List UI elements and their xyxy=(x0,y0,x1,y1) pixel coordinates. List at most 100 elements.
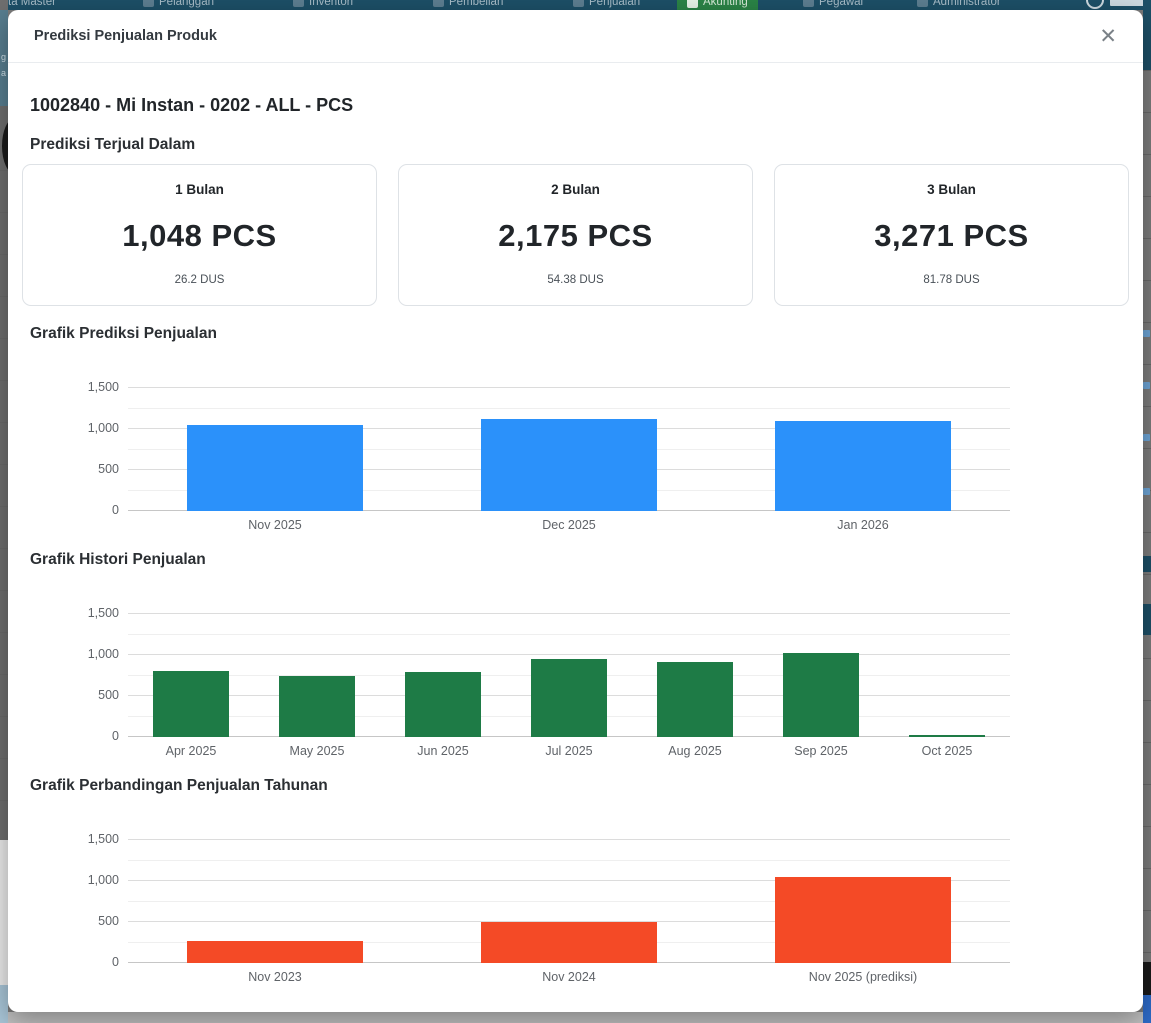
yearly-chart-title: Grafik Perbandingan Penjualan Tahunan xyxy=(30,776,1129,795)
top-nav: ta Master Pelanggan Inventori Pembelian Penj… xyxy=(0,0,1151,10)
x-axis-category-label: Jun 2025 xyxy=(380,744,506,758)
nav-item-pegawai[interactable]: Pegawai xyxy=(803,0,863,10)
x-axis-labels: Nov 2025Dec 2025Jan 2026 xyxy=(128,518,1010,532)
right-edge-blue-block xyxy=(1143,604,1151,635)
logo-ring-icon xyxy=(1086,0,1104,9)
right-edge-dark-block xyxy=(1143,962,1151,995)
history-chart: 0 500 1,000 1,500 Apr 2025May 2025Jun 2025J… xyxy=(22,569,1129,758)
gridline xyxy=(128,613,1010,614)
nav-item-label: ta Master xyxy=(8,0,56,8)
left-edge-light-panel xyxy=(0,840,8,985)
card-period-label: 1 Bulan xyxy=(175,182,224,197)
row-action-icon xyxy=(1143,330,1150,337)
app-logo xyxy=(1086,0,1151,9)
gridline xyxy=(128,839,1010,840)
employee-icon xyxy=(803,0,814,7)
y-axis-tick-label: 500 xyxy=(98,688,119,702)
prediction-modal: Prediksi Penjualan Produk ✕ 1002840 - Mi… xyxy=(8,10,1143,1012)
bar-nov-2024 xyxy=(481,922,657,963)
x-axis-labels: Apr 2025May 2025Jun 2025Jul 2025Aug 2025… xyxy=(128,744,1010,758)
x-axis-category-label: Nov 2025 xyxy=(128,518,422,532)
gridline xyxy=(128,634,1010,635)
screen: ta Master Pelanggan Inventori Pembelian Penj… xyxy=(0,0,1151,1023)
row-action-icon xyxy=(1143,434,1150,441)
right-edge-header xyxy=(1143,0,1151,70)
y-axis-tick-label: 0 xyxy=(112,729,119,743)
clipped-text-fragment: g xyxy=(1,52,6,62)
nav-item-label: Pelanggan xyxy=(159,0,214,8)
nav-item-inventori[interactable]: Inventori xyxy=(293,0,353,10)
gridline xyxy=(128,860,1010,861)
y-axis-tick-label: 0 xyxy=(112,503,119,517)
clipped-text-fragment: a xyxy=(1,68,6,78)
nav-item-pembelian[interactable]: Pembelian xyxy=(433,0,503,10)
plot-area xyxy=(128,613,1010,737)
bar-sep-2025 xyxy=(783,653,859,737)
nav-item-pelanggan[interactable]: Pelanggan xyxy=(143,0,214,10)
card-period-label: 3 Bulan xyxy=(927,182,976,197)
nav-item-label: Inventori xyxy=(309,0,353,8)
right-edge-button-block xyxy=(1143,995,1151,1023)
x-axis-category-label: Dec 2025 xyxy=(422,518,716,532)
nav-item-label: Pembelian xyxy=(449,0,503,8)
customers-icon xyxy=(143,0,154,7)
y-axis-tick-label: 1,500 xyxy=(88,606,119,620)
nav-item-administrator[interactable]: Administrator xyxy=(917,0,1001,10)
x-axis-labels: Nov 2023Nov 2024Nov 2025 (prediksi) xyxy=(128,970,1010,984)
plot-area xyxy=(128,839,1010,963)
nav-item-akunting[interactable]: Akunting xyxy=(677,0,758,10)
card-dus-value: 54.38 DUS xyxy=(547,274,603,286)
bar-aug-2025 xyxy=(657,662,733,737)
bar-may-2025 xyxy=(279,676,355,737)
y-axis-tick-label: 1,000 xyxy=(88,873,119,887)
modal-title: Prediksi Penjualan Produk xyxy=(34,28,217,44)
x-axis-category-label: Nov 2023 xyxy=(128,970,422,984)
card-dus-value: 81.78 DUS xyxy=(923,274,979,286)
x-axis-category-label: Nov 2025 (prediksi) xyxy=(716,970,1010,984)
nav-item-penjualan[interactable]: Penjualan xyxy=(573,0,640,10)
y-axis-tick-label: 1,500 xyxy=(88,380,119,394)
bar-nov-2023 xyxy=(187,941,363,963)
gridline xyxy=(128,408,1010,409)
x-axis-category-label: Nov 2024 xyxy=(422,970,716,984)
left-edge-background: ga xyxy=(0,0,8,1023)
card-pcs-value: 2,175 PCS xyxy=(498,218,652,254)
prediction-card-1-month: 1 Bulan 1,048 PCS 26.2 DUS xyxy=(22,164,377,306)
bar-apr-2025 xyxy=(153,671,229,737)
x-axis-category-label: Jul 2025 xyxy=(506,744,632,758)
y-axis-tick-label: 500 xyxy=(98,462,119,476)
plot-area xyxy=(128,387,1010,511)
card-dus-value: 26.2 DUS xyxy=(175,274,225,286)
bar-jun-2025 xyxy=(405,672,481,737)
y-axis-tick-label: 1,000 xyxy=(88,421,119,435)
admin-icon xyxy=(917,0,928,7)
nav-item-label: Akunting xyxy=(703,0,748,8)
y-axis-tick-label: 1,000 xyxy=(88,647,119,661)
plot-area-wrap: Nov 2023Nov 2024Nov 2025 (prediksi) xyxy=(128,839,1010,984)
modal-header: Prediksi Penjualan Produk ✕ xyxy=(8,10,1143,63)
y-axis-tick-label: 500 xyxy=(98,914,119,928)
bar-dec-2025 xyxy=(481,419,657,511)
nav-item-ta-master[interactable]: ta Master xyxy=(8,0,56,10)
bar-nov-2025 xyxy=(187,425,363,511)
x-axis-category-label: May 2025 xyxy=(254,744,380,758)
row-action-icon xyxy=(1143,488,1150,495)
left-edge-footer xyxy=(0,985,8,1023)
right-edge-blue-block xyxy=(1143,556,1151,572)
right-edge-table-rows xyxy=(1143,70,1151,960)
x-axis-category-label: Sep 2025 xyxy=(758,744,884,758)
nav-item-label: Administrator xyxy=(933,0,1001,8)
x-axis-category-label: Jan 2026 xyxy=(716,518,1010,532)
prediction-cards-title: Prediksi Terjual Dalam xyxy=(30,135,1129,154)
nav-item-label: Penjualan xyxy=(589,0,640,8)
nav-item-label: Pegawai xyxy=(819,0,863,8)
inventory-icon xyxy=(293,0,304,7)
card-pcs-value: 1,048 PCS xyxy=(122,218,276,254)
y-axis-tick-label: 0 xyxy=(112,955,119,969)
x-axis-category-label: Apr 2025 xyxy=(128,744,254,758)
close-button[interactable]: ✕ xyxy=(1099,26,1117,47)
plot-area-wrap: Nov 2025Dec 2025Jan 2026 xyxy=(128,387,1010,532)
yearly-comparison-chart: 05001,0001,500 Nov 2023Nov 2024Nov 2025 … xyxy=(22,795,1129,984)
right-edge-background xyxy=(1143,0,1151,1023)
backdrop-bottom-band xyxy=(8,1012,1143,1023)
